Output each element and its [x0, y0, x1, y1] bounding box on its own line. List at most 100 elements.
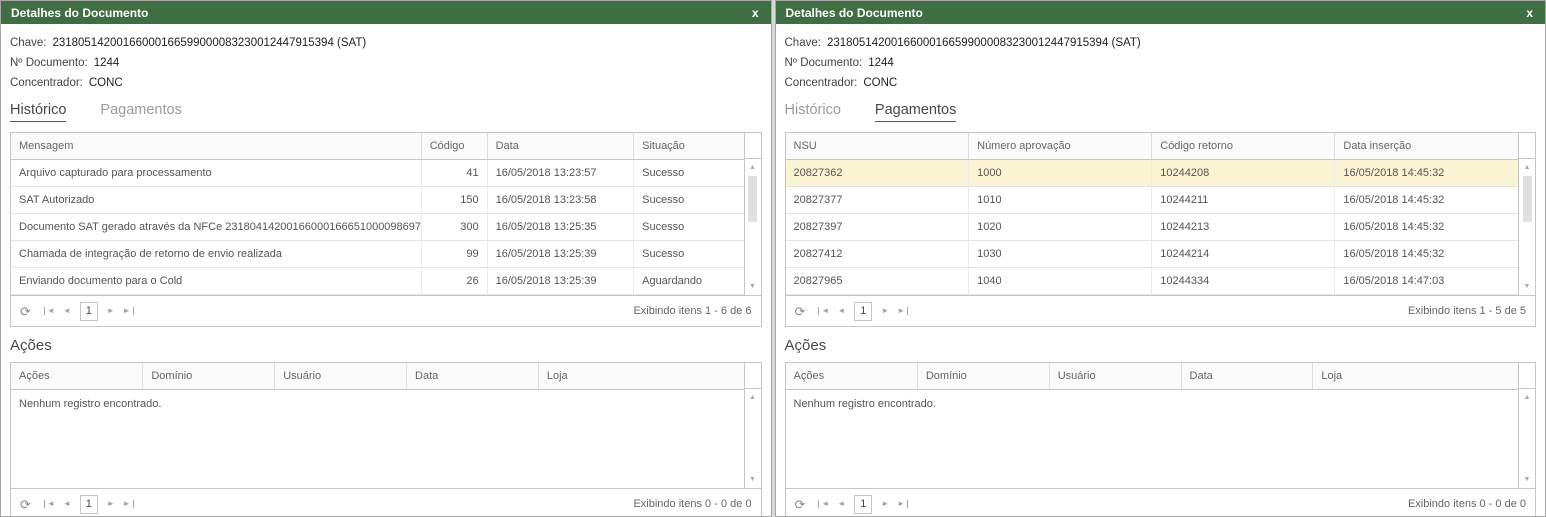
prev-page-button[interactable]: ◄ [63, 500, 71, 508]
grid-header-row: AçõesDomínioUsuárioDataLoja [11, 363, 744, 390]
first-page-button[interactable]: ◄ [818, 307, 829, 315]
empty-message-area: Nenhum registro encontrado. [786, 390, 1519, 488]
last-page-button[interactable]: ► [123, 500, 134, 508]
close-icon[interactable]: x [750, 6, 761, 20]
scroll-up-icon[interactable]: ▲ [749, 389, 756, 406]
column-header[interactable]: Situação [634, 133, 744, 160]
table-row[interactable]: SAT Autorizado15016/05/2018 13:23:58Suce… [11, 187, 744, 214]
table-row[interactable]: Documento SAT gerado através da NFCe 231… [11, 214, 744, 241]
grid-cell: Enviando documento para o Cold [11, 268, 421, 295]
column-header[interactable]: Código retorno [1152, 133, 1335, 160]
scrollbar-thumb[interactable] [748, 176, 757, 222]
table-row[interactable]: Arquivo capturado para processamento4116… [11, 160, 744, 187]
grid-cell: 26 [421, 268, 487, 295]
first-page-button[interactable]: ◄ [818, 500, 829, 508]
scroll-up-icon[interactable]: ▲ [1524, 159, 1531, 176]
refresh-icon[interactable]: ⟳ [795, 498, 806, 511]
column-header[interactable]: Usuário [1049, 363, 1181, 390]
dialog-title: Detalhes do Documento [11, 6, 750, 20]
prev-page-button[interactable]: ◄ [837, 307, 845, 315]
actions-grid: AçõesDomínioUsuárioDataLoja Nenhum regis… [10, 362, 762, 517]
scroll-down-icon[interactable]: ▼ [749, 471, 756, 488]
grid-cell: 20827377 [786, 187, 969, 214]
tab-pagamentos[interactable]: Pagamentos [100, 102, 181, 122]
refresh-icon[interactable]: ⟳ [20, 305, 31, 318]
vertical-scrollbar[interactable]: ▲ ▼ [1518, 363, 1535, 488]
grid-cell: Documento SAT gerado através da NFCe 231… [11, 214, 421, 241]
empty-message: Nenhum registro encontrado. [19, 398, 161, 410]
tab-historico[interactable]: Histórico [785, 102, 841, 122]
grid-cell: 16/05/2018 13:23:57 [487, 160, 634, 187]
page-number[interactable]: 1 [80, 495, 98, 514]
dialog-titlebar: Detalhes do Documento x [776, 1, 1546, 24]
table-row[interactable]: Enviando documento para o Cold2616/05/20… [11, 268, 744, 295]
vertical-scrollbar[interactable]: ▲ ▼ [744, 363, 761, 488]
page-number[interactable]: 1 [854, 302, 872, 321]
column-header[interactable]: Data inserção [1335, 133, 1518, 160]
column-header[interactable]: NSU [786, 133, 969, 160]
vertical-scrollbar[interactable]: ▲ ▼ [1518, 133, 1535, 295]
next-page-button[interactable]: ► [107, 307, 115, 315]
column-header[interactable]: Mensagem [11, 133, 421, 160]
grid-cell: 150 [421, 187, 487, 214]
last-page-button[interactable]: ► [123, 307, 134, 315]
table-row[interactable]: Chamada de integração de retorno de envi… [11, 241, 744, 268]
table-row[interactable]: 2082737710101024421116/05/2018 14:45:32 [786, 187, 1519, 214]
close-icon[interactable]: x [1524, 6, 1535, 20]
column-header[interactable]: Usuário [275, 363, 407, 390]
dialog-titlebar: Detalhes do Documento x [1, 1, 771, 24]
dialog-content: Chave:2318051420016600016659900008323001… [1, 24, 771, 516]
next-page-button[interactable]: ► [881, 500, 889, 508]
grid-cell: 10244334 [1152, 268, 1335, 295]
column-header[interactable]: Loja [538, 363, 743, 390]
tab-historico[interactable]: Histórico [10, 102, 66, 122]
column-header[interactable]: Ações [786, 363, 918, 390]
grid-cell: 99 [421, 241, 487, 268]
table-row[interactable]: 2082736210001024420816/05/2018 14:45:32 [786, 160, 1519, 187]
field-label: Nº Documento: [10, 57, 88, 69]
refresh-icon[interactable]: ⟳ [20, 498, 31, 511]
scroll-up-icon[interactable]: ▲ [749, 159, 756, 176]
column-header[interactable]: Loja [1313, 363, 1518, 390]
table-row[interactable]: 2082796510401024433416/05/2018 14:47:03 [786, 268, 1519, 295]
grid-cell: 10244208 [1152, 160, 1335, 187]
column-header[interactable]: Ações [11, 363, 143, 390]
first-page-button[interactable]: ◄ [44, 307, 55, 315]
last-page-button[interactable]: ► [897, 307, 908, 315]
page-number[interactable]: 1 [854, 495, 872, 514]
last-page-button[interactable]: ► [897, 500, 908, 508]
page-number[interactable]: 1 [80, 302, 98, 321]
grid-cell: 41 [421, 160, 487, 187]
document-details-dialog: Detalhes do Documento x Chave:2318051420… [775, 0, 1546, 517]
grid-cell: 1010 [969, 187, 1152, 214]
scrollbar-thumb[interactable] [1523, 176, 1532, 222]
refresh-icon[interactable]: ⟳ [795, 305, 806, 318]
document-details-dialog: Detalhes do Documento x Chave:2318051420… [0, 0, 772, 517]
vertical-scrollbar[interactable]: ▲ ▼ [744, 133, 761, 295]
column-header[interactable]: Número aprovação [969, 133, 1152, 160]
table-row[interactable]: 2082739710201024421316/05/2018 14:45:32 [786, 214, 1519, 241]
scroll-down-icon[interactable]: ▼ [1524, 278, 1531, 295]
next-page-button[interactable]: ► [881, 307, 889, 315]
column-header[interactable]: Domínio [917, 363, 1049, 390]
scroll-up-icon[interactable]: ▲ [1524, 389, 1531, 406]
table-row[interactable]: 2082741210301024421416/05/2018 14:45:32 [786, 241, 1519, 268]
column-header[interactable]: Data [1181, 363, 1313, 390]
empty-message-area: Nenhum registro encontrado. [11, 390, 744, 488]
column-header[interactable]: Data [407, 363, 539, 390]
prev-page-button[interactable]: ◄ [63, 307, 71, 315]
scrollbar-header-spacer [745, 363, 761, 389]
scroll-down-icon[interactable]: ▼ [1524, 471, 1531, 488]
column-header[interactable]: Domínio [143, 363, 275, 390]
first-page-button[interactable]: ◄ [44, 500, 55, 508]
pager-status: Exibindo itens 1 - 6 de 6 [633, 305, 751, 317]
tab-pagamentos[interactable]: Pagamentos [875, 102, 956, 122]
next-page-button[interactable]: ► [107, 500, 115, 508]
grid-cell: 1000 [969, 160, 1152, 187]
column-header[interactable]: Data [487, 133, 634, 160]
history-grid: MensagemCódigoDataSituação Arquivo captu… [10, 132, 762, 327]
grid-cell: 20827965 [786, 268, 969, 295]
scroll-down-icon[interactable]: ▼ [749, 278, 756, 295]
prev-page-button[interactable]: ◄ [837, 500, 845, 508]
column-header[interactable]: Código [421, 133, 487, 160]
